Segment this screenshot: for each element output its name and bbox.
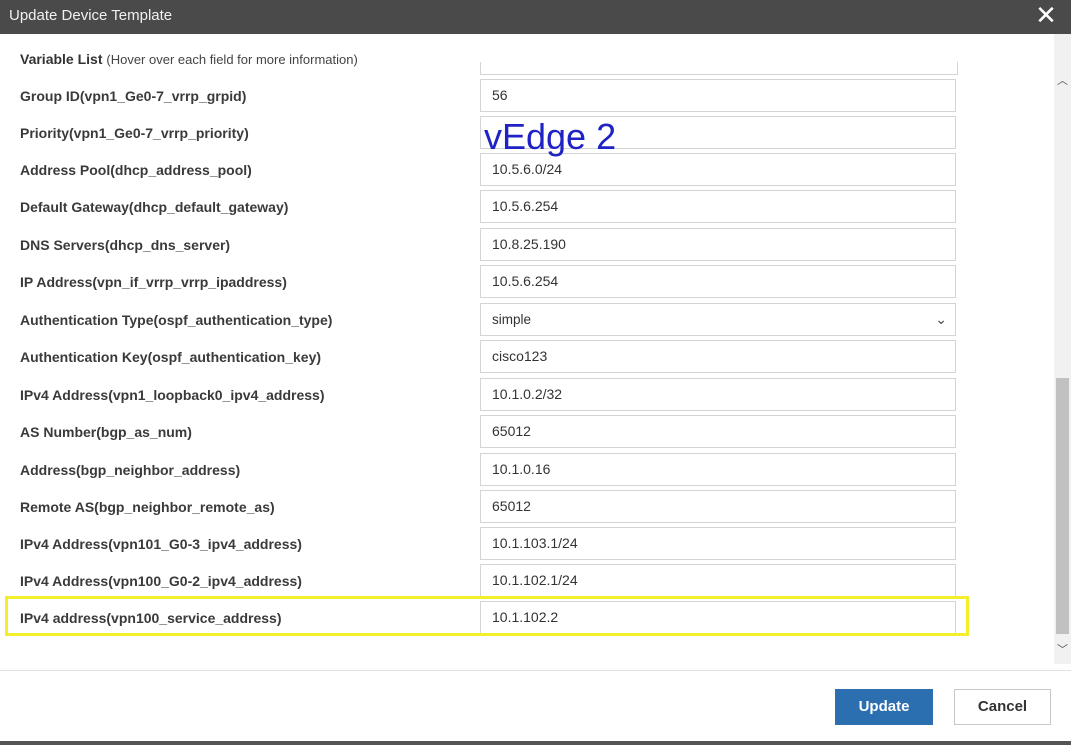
variable-row: IP Address(vpn_if_vrrp_vrrp_ipaddress) 1…: [0, 264, 1054, 301]
dialog-titlebar: Update Device Template ✕: [0, 0, 1071, 34]
chevron-down-icon[interactable]: ﹀: [1054, 641, 1071, 657]
variable-input[interactable]: 10.1.102.1/24: [480, 564, 956, 597]
variable-label: Authentication Key(ospf_authentication_k…: [20, 349, 322, 365]
variable-label: Authentication Type(ospf_authentication_…: [20, 312, 333, 328]
variable-row: IPv4 Address(vpn101_G0-3_ipv4_address) 1…: [0, 526, 1054, 563]
footer-divider: [0, 670, 1071, 671]
partial-input-field[interactable]: [480, 62, 958, 75]
variable-label: Remote AS(bgp_neighbor_remote_as): [20, 499, 275, 515]
variable-list-hint: (Hover over each field for more informat…: [106, 52, 358, 67]
variable-row: Group ID(vpn1_Ge0-7_vrrp_grpid) 56: [0, 78, 1054, 115]
variable-row: IPv4 address(vpn100_service_address) 10.…: [0, 600, 1054, 637]
variable-label: IPv4 Address(vpn100_G0-2_ipv4_address): [20, 573, 302, 589]
variable-input[interactable]: 10.8.25.190: [480, 228, 956, 261]
device-annotation: vEdge 2: [484, 116, 617, 157]
dialog-title: Update Device Template: [9, 7, 173, 24]
vertical-scrollbar[interactable]: ︿ ﹀: [1054, 34, 1071, 664]
variable-input[interactable]: 10.5.6.254: [480, 265, 956, 298]
variable-input[interactable]: 10.1.0.2/32: [480, 378, 956, 411]
variable-input[interactable]: 10.1.103.1/24: [480, 527, 956, 560]
variable-input[interactable]: 65012: [480, 490, 956, 523]
variable-row: Default Gateway(dhcp_default_gateway) 10…: [0, 189, 1054, 226]
select-value: simple: [492, 312, 532, 327]
variable-input[interactable]: 10.1.102.2: [480, 601, 956, 634]
variable-list-panel: Variable List (Hover over each field for…: [0, 34, 1054, 664]
variable-row: IPv4 Address(vpn100_G0-2_ipv4_address) 1…: [0, 563, 1054, 600]
update-button[interactable]: Update: [835, 689, 933, 725]
auth-type-select[interactable]: simple ⌄: [480, 303, 956, 336]
chevron-up-icon[interactable]: ︿: [1054, 72, 1071, 88]
variable-input[interactable]: 56: [480, 79, 956, 112]
variable-label: Group ID(vpn1_Ge0-7_vrrp_grpid): [20, 88, 247, 104]
variable-label: IPv4 address(vpn100_service_address): [20, 610, 282, 626]
variable-label: Address(bgp_neighbor_address): [20, 462, 241, 478]
variable-list-title: Variable List: [20, 51, 103, 67]
variable-input[interactable]: 65012: [480, 415, 956, 448]
variable-label: IP Address(vpn_if_vrrp_vrrp_ipaddress): [20, 274, 287, 290]
variable-row: AS Number(bgp_as_num) 65012: [0, 414, 1054, 451]
variable-input[interactable]: 10.1.0.16: [480, 453, 956, 486]
variable-label: DNS Servers(dhcp_dns_server): [20, 237, 231, 253]
variable-label: IPv4 Address(vpn1_loopback0_ipv4_address…: [20, 387, 325, 403]
variable-label: Priority(vpn1_Ge0-7_vrrp_priority): [20, 125, 249, 141]
variable-list-header: Variable List (Hover over each field for…: [20, 51, 358, 67]
variable-input[interactable]: 10.5.6.254: [480, 190, 956, 223]
variable-row: Remote AS(bgp_neighbor_remote_as) 65012: [0, 489, 1054, 526]
variable-row: Address(bgp_neighbor_address) 10.1.0.16: [0, 452, 1054, 489]
variable-row: Authentication Type(ospf_authentication_…: [0, 302, 1054, 339]
variable-label: Default Gateway(dhcp_default_gateway): [20, 199, 289, 215]
close-icon[interactable]: ✕: [1035, 2, 1057, 28]
variable-row: DNS Servers(dhcp_dns_server) 10.8.25.190: [0, 227, 1054, 264]
variable-label: Address Pool(dhcp_address_pool): [20, 162, 252, 178]
cancel-button[interactable]: Cancel: [954, 689, 1051, 725]
variable-input[interactable]: cisco123: [480, 340, 956, 373]
variable-row: Authentication Key(ospf_authentication_k…: [0, 339, 1054, 376]
scrollbar-thumb[interactable]: [1056, 378, 1069, 634]
variable-row: IPv4 Address(vpn1_loopback0_ipv4_address…: [0, 377, 1054, 414]
variable-label: IPv4 Address(vpn101_G0-3_ipv4_address): [20, 536, 302, 552]
chevron-down-icon: ⌄: [935, 311, 947, 327]
bottom-edge: [0, 741, 1071, 745]
variable-label: AS Number(bgp_as_num): [20, 424, 192, 440]
